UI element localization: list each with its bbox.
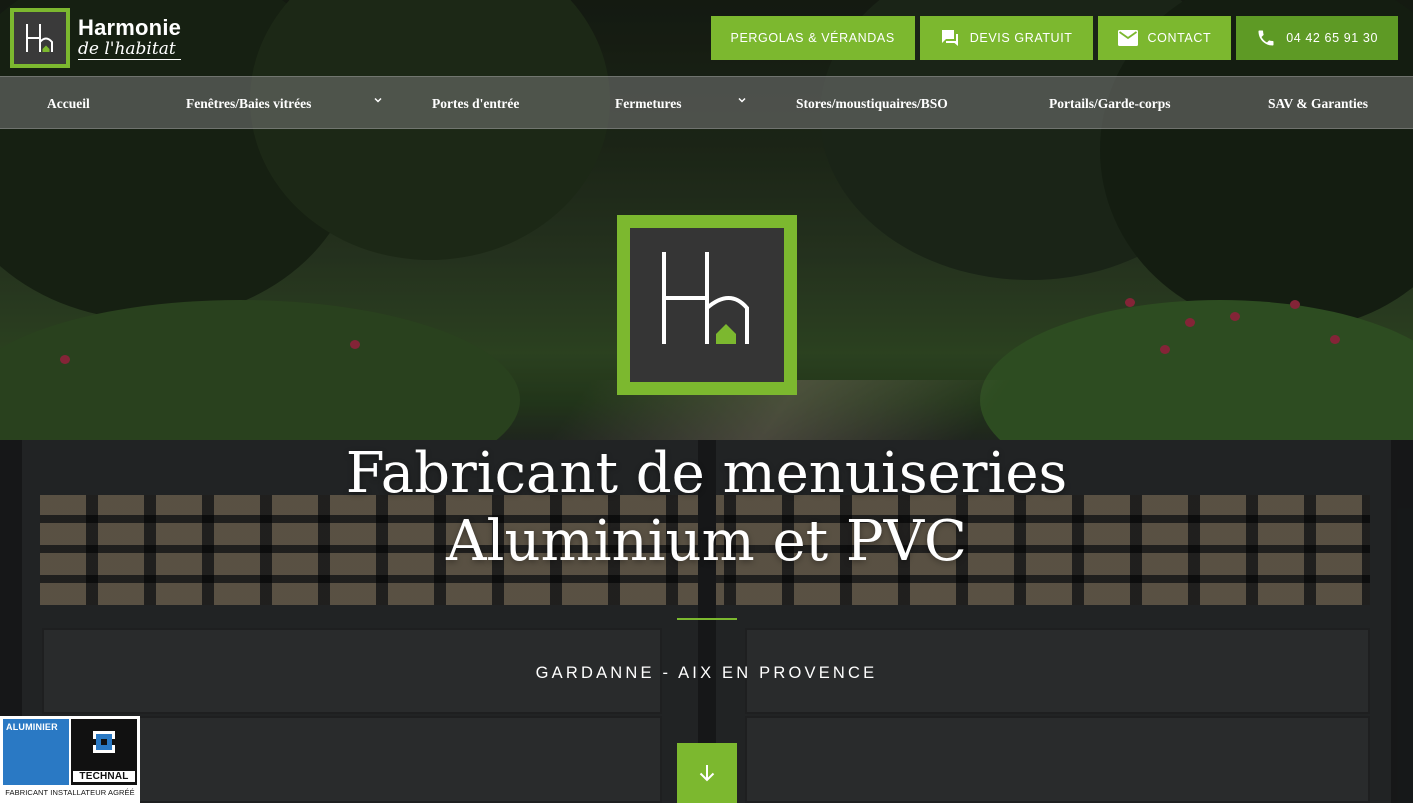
main-navigation: Accueil Fenêtres/Baies vitrées Portes d'…: [0, 76, 1413, 129]
hero-headline: Fabricant de menuiseries Aluminium et PV…: [0, 440, 1413, 576]
headline-line-2: Aluminium et PVC: [446, 509, 967, 574]
nav-item-portails[interactable]: Portails/Garde-corps: [1049, 77, 1170, 130]
nav-item-label: Fermetures: [615, 95, 682, 111]
mail-icon: [1117, 30, 1138, 46]
phone-button[interactable]: 04 42 65 91 30: [1236, 16, 1398, 60]
logo-mark: [10, 8, 70, 68]
arrow-down-icon: [699, 765, 715, 782]
nav-item-portes[interactable]: Portes d'entrée: [432, 77, 519, 130]
site-logo[interactable]: Harmonie de l'habitat: [10, 8, 182, 68]
free-quote-label: DEVIS GRATUIT: [969, 31, 1073, 45]
nav-item-stores[interactable]: Stores/moustiquaires/BSO: [796, 77, 948, 130]
site-header: Harmonie de l'habitat PERGOLAS & VÉRANDA…: [0, 0, 1413, 76]
pergolas-verandas-label: PERGOLAS & VÉRANDAS: [730, 31, 895, 45]
nav-item-label: SAV & Garanties: [1268, 95, 1369, 111]
chevron-down-icon[interactable]: [373, 95, 383, 105]
hero-subtitle: GARDANNE - AIX EN PROVENCE: [535, 664, 878, 682]
chat-bubbles-icon: [940, 28, 960, 48]
nav-item-fermetures[interactable]: Fermetures: [615, 77, 681, 130]
nav-item-label: Portes d'entrée: [432, 95, 520, 111]
technal-label: TECHNAL: [73, 771, 135, 782]
aluminier-label: ALUMINIER: [6, 722, 58, 732]
free-quote-button[interactable]: DEVIS GRATUIT: [919, 16, 1093, 60]
pergolas-verandas-button[interactable]: PERGOLAS & VÉRANDAS: [710, 16, 915, 60]
technal-mark-icon: [93, 731, 115, 753]
phone-icon: [1256, 28, 1276, 48]
aluminier-technal-badge: ALUMINIER TECHNAL FABRICANT INSTALLATEUR…: [0, 716, 140, 803]
logo-hn-icon: [662, 252, 749, 344]
aluminier-logo: ALUMINIER: [3, 719, 69, 785]
scroll-down-button[interactable]: [677, 743, 737, 803]
header-actions: PERGOLAS & VÉRANDAS DEVIS GRATUIT CONTAC…: [710, 16, 1398, 60]
phone-number: 04 42 65 91 30: [1286, 31, 1378, 45]
brand-name: Harmonie: [78, 14, 182, 40]
hero-logo: [617, 215, 797, 395]
badge-caption: FABRICANT INSTALLATEUR AGRÉÉ: [5, 788, 135, 797]
contact-button[interactable]: CONTACT: [1097, 16, 1232, 60]
nav-item-label: Accueil: [47, 95, 90, 111]
nav-item-sav[interactable]: SAV & Garanties: [1268, 77, 1368, 130]
logo-hn-icon: [26, 24, 53, 52]
technal-logo: TECHNAL: [71, 719, 137, 785]
headline-divider: [677, 618, 737, 620]
brand-tagline: de l'habitat: [78, 40, 182, 60]
nav-item-label: Portails/Garde-corps: [1049, 95, 1171, 111]
nav-item-accueil[interactable]: Accueil: [47, 77, 90, 130]
nav-item-label: Stores/moustiquaires/BSO: [796, 95, 948, 111]
logo-text: Harmonie de l'habitat: [78, 14, 182, 60]
headline-line-1: Fabricant de menuiseries: [345, 441, 1068, 506]
contact-label: CONTACT: [1147, 31, 1212, 45]
badge-logos: ALUMINIER TECHNAL: [3, 719, 137, 785]
nav-item-fenetres[interactable]: Fenêtres/Baies vitrées: [186, 77, 311, 130]
chevron-down-icon[interactable]: [737, 95, 747, 105]
nav-item-label: Fenêtres/Baies vitrées: [186, 95, 312, 111]
